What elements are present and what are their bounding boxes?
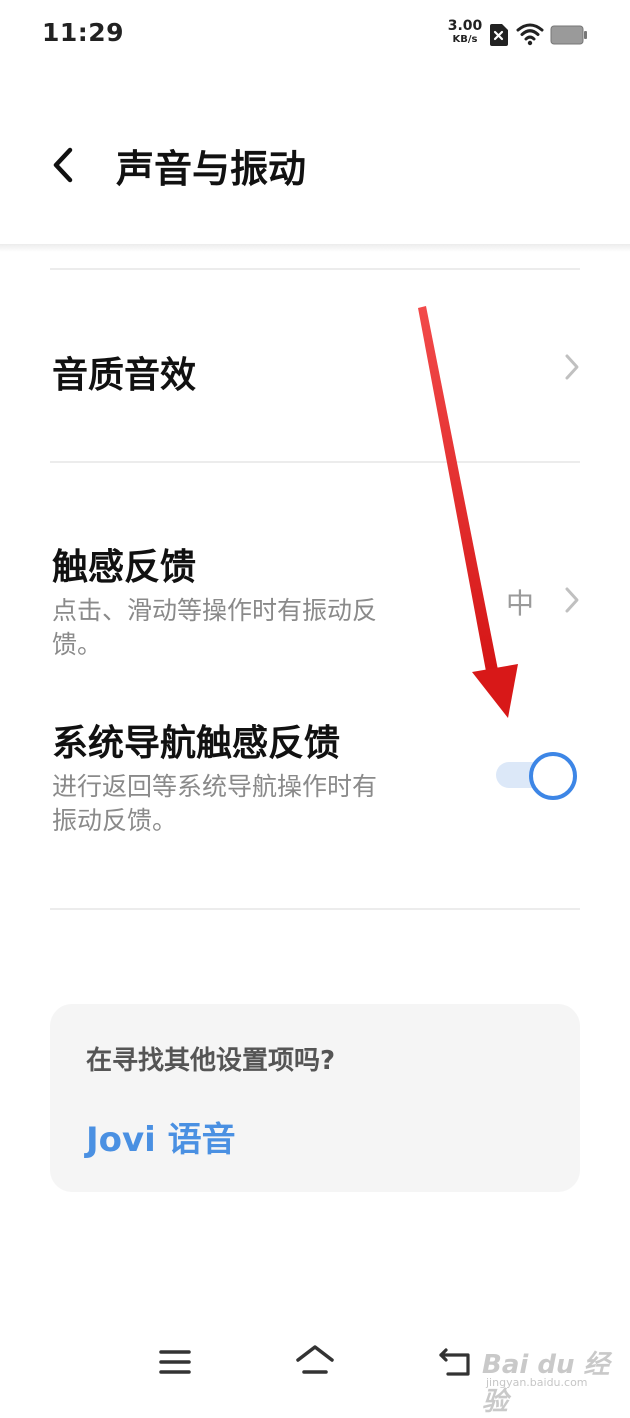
setting-title: 触感反馈 xyxy=(52,547,197,588)
battery-icon xyxy=(550,25,587,45)
jovi-voice-link[interactable]: Jovi 语音 xyxy=(86,1112,236,1161)
network-speed: 3.00 KB/s xyxy=(446,18,484,46)
wifi-icon xyxy=(516,23,544,46)
chevron-right-icon xyxy=(565,587,579,613)
menu-icon[interactable] xyxy=(158,1346,192,1378)
chevron-left-icon[interactable] xyxy=(48,146,80,184)
divider xyxy=(50,461,580,463)
toggle-knob xyxy=(529,752,577,800)
home-icon[interactable] xyxy=(295,1344,335,1378)
setting-title: 音质音效 xyxy=(52,355,197,396)
haptic-level-value: 中 xyxy=(506,587,535,620)
watermark-url: jingyan.baidu.com xyxy=(486,1376,588,1389)
search-suggestion-card xyxy=(50,1004,580,1192)
setting-row-sound-quality[interactable]: 音质音效 xyxy=(0,280,630,460)
setting-subtitle-line2: 馈。 xyxy=(52,630,103,659)
setting-subtitle-line2: 振动反馈。 xyxy=(52,806,178,835)
header-divider xyxy=(0,244,630,252)
sim-off-icon xyxy=(490,24,508,46)
setting-subtitle-line1: 进行返回等系统导航操作时有 xyxy=(52,772,378,801)
nav-haptic-toggle[interactable] xyxy=(494,748,580,802)
network-speed-value: 3.00 xyxy=(447,18,483,34)
status-time: 11:29 xyxy=(42,18,125,47)
setting-title: 系统导航触感反馈 xyxy=(52,723,341,764)
network-speed-unit: KB/s xyxy=(452,34,478,45)
setting-row-nav-haptic: 系统导航触感反馈 进行返回等系统导航操作时有 振动反馈。 xyxy=(0,696,480,846)
setting-row-haptic-feedback[interactable]: 触感反馈 点击、滑动等操作时有振动反 馈。 中 xyxy=(0,520,630,670)
chevron-right-icon xyxy=(565,354,579,380)
setting-subtitle-line1: 点击、滑动等操作时有振动反 xyxy=(52,596,378,625)
divider xyxy=(50,268,580,270)
back-icon[interactable] xyxy=(438,1344,474,1378)
search-suggestion-question: 在寻找其他设置项吗? xyxy=(86,1046,336,1076)
divider xyxy=(50,908,580,910)
page-title: 声音与振动 xyxy=(116,147,307,191)
